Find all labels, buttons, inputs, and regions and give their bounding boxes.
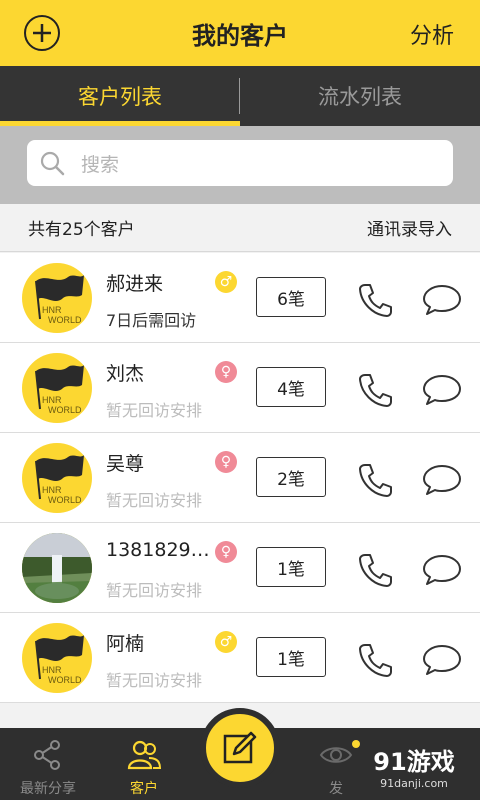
avatar[interactable]: HNR WORLD	[22, 623, 92, 693]
page-title: 我的客户	[192, 21, 288, 50]
nav-latest-share[interactable]: 最新分享	[0, 728, 96, 800]
svg-text:WORLD: WORLD	[48, 495, 82, 505]
nav-latest-share-label: 最新分享	[20, 781, 76, 797]
followup-status: 暂无回访安排	[106, 401, 203, 420]
add-customer-button[interactable]	[24, 15, 60, 51]
customer-name: 吴尊	[106, 453, 145, 475]
watermark-domain: 91danji.com	[380, 777, 448, 790]
phone-icon[interactable]	[356, 551, 394, 589]
followup-status: 7日后需回访	[106, 311, 197, 330]
phone-icon[interactable]	[356, 641, 394, 679]
search-area: 搜索	[0, 126, 480, 204]
customer-name: 郝进来	[106, 273, 164, 295]
watermark-title: 91游戏	[373, 748, 455, 776]
male-icon: ♂	[215, 271, 237, 293]
customers-icon	[127, 740, 161, 770]
customer-list: HNR WORLD 郝进来 ♂ 7日后需回访 6笔 HNR WORLD 刘杰 ♀ 暂无回访安排 4笔 H…	[0, 253, 480, 703]
search-placeholder: 搜索	[81, 153, 120, 176]
svg-text:HNR: HNR	[42, 395, 62, 405]
hnr-world-logo: HNRWORLD	[35, 275, 84, 325]
summary-bar: 共有25个客户 通讯录导入	[0, 204, 480, 252]
hnr-world-logo: HNRWORLD	[35, 455, 84, 505]
customer-count: 共有25个客户	[28, 220, 135, 240]
message-icon[interactable]	[422, 373, 462, 407]
phone-icon[interactable]	[356, 281, 394, 319]
customer-name: 阿楠	[106, 633, 145, 655]
female-icon: ♀	[215, 451, 237, 473]
top-bar: 我的客户 分析	[0, 0, 480, 66]
customer-name: 1381829…	[106, 539, 210, 561]
avatar[interactable]: HNR WORLD	[22, 443, 92, 513]
female-icon: ♀	[215, 541, 237, 563]
message-icon[interactable]	[422, 643, 462, 677]
hnr-world-logo: HNRWORLD	[35, 365, 84, 415]
avatar[interactable]: HNR WORLD	[22, 263, 92, 333]
tab-bar: 客户列表 流水列表	[0, 66, 480, 126]
customer-row[interactable]: HNR WORLD 阿楠 ♂ 暂无回访安排 1笔	[0, 613, 480, 703]
transaction-count-button[interactable]: 2笔	[256, 457, 326, 497]
search-input[interactable]: 搜索	[27, 140, 453, 186]
message-icon[interactable]	[422, 553, 462, 587]
followup-status: 暂无回访安排	[106, 491, 203, 510]
tab-customer-list[interactable]: 客户列表	[0, 66, 240, 126]
svg-text:HNR: HNR	[42, 665, 62, 675]
edit-icon	[223, 731, 257, 764]
transaction-count-button[interactable]: 6笔	[256, 277, 326, 317]
hnr-world-logo: HNRWORLD	[35, 635, 84, 685]
waterfall-photo	[22, 533, 92, 603]
svg-text:HNR: HNR	[42, 485, 62, 495]
phone-icon[interactable]	[356, 461, 394, 499]
share-icon	[34, 740, 60, 770]
avatar[interactable]: HNR WORLD	[22, 353, 92, 423]
nav-customers-label: 客户	[130, 781, 158, 797]
female-icon: ♀	[215, 361, 237, 383]
analyze-button[interactable]: 分析	[410, 18, 454, 50]
customer-row[interactable]: HNR WORLD 刘杰 ♀ 暂无回访安排 4笔	[0, 343, 480, 433]
tab-transaction-list[interactable]: 流水列表	[240, 66, 480, 126]
customer-row[interactable]: HNR WORLD 郝进来 ♂ 7日后需回访 6笔	[0, 253, 480, 343]
customer-name: 刘杰	[106, 363, 145, 385]
plus-icon	[33, 24, 51, 42]
compose-button[interactable]	[200, 708, 280, 788]
phone-icon[interactable]	[356, 371, 394, 409]
eye-icon	[319, 747, 353, 763]
nav-discover-label: 发	[329, 781, 343, 797]
contacts-import-button[interactable]: 通讯录导入	[367, 215, 452, 240]
followup-status: 暂无回访安排	[106, 581, 203, 600]
transaction-count-button[interactable]: 1笔	[256, 637, 326, 677]
male-icon: ♂	[215, 631, 237, 653]
customer-row[interactable]: HNR WORLD 吴尊 ♀ 暂无回访安排 2笔	[0, 433, 480, 523]
customer-row[interactable]: 1381829… ♀ 暂无回访安排 1笔	[0, 523, 480, 613]
message-icon[interactable]	[422, 283, 462, 317]
followup-status: 暂无回访安排	[106, 671, 203, 690]
transaction-count-button[interactable]: 4笔	[256, 367, 326, 407]
search-icon	[40, 151, 65, 176]
svg-text:HNR: HNR	[42, 305, 62, 315]
svg-text:WORLD: WORLD	[48, 675, 82, 685]
transaction-count-button[interactable]: 1笔	[256, 547, 326, 587]
svg-text:WORLD: WORLD	[48, 405, 82, 415]
nav-customers[interactable]: 客户	[96, 728, 192, 800]
notification-dot	[352, 740, 360, 748]
svg-text:WORLD: WORLD	[48, 315, 82, 325]
message-icon[interactable]	[422, 463, 462, 497]
tab-divider	[239, 78, 240, 114]
watermark: 91游戏 91danji.com	[360, 742, 468, 798]
avatar[interactable]	[22, 533, 92, 603]
